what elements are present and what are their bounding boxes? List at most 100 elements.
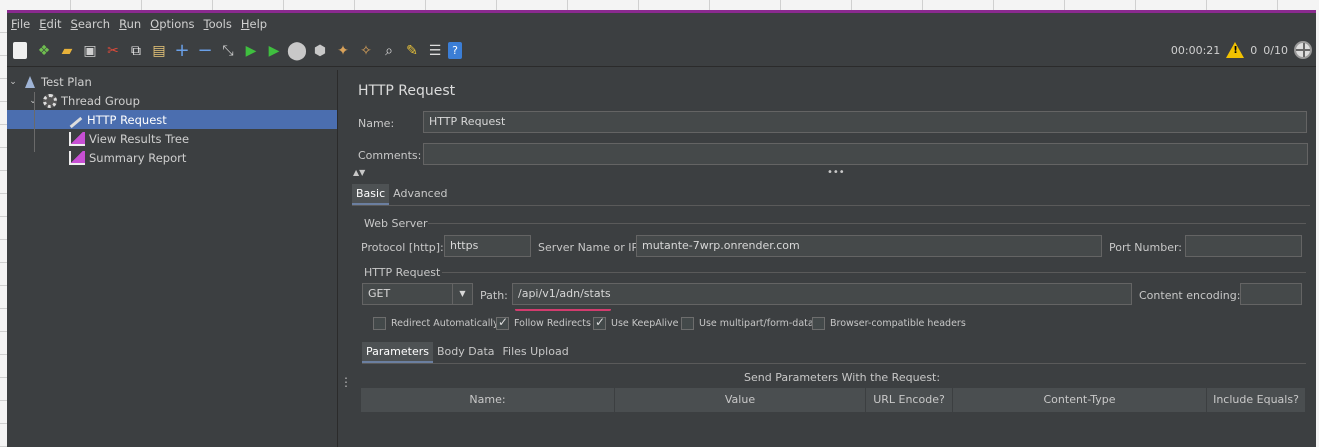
content-encoding-field[interactable] [1240, 283, 1302, 305]
cut-icon[interactable]: ✂ [103, 41, 123, 61]
menu-search[interactable]: Search [71, 17, 111, 31]
checkbox-label: Use KeepAlive [611, 318, 679, 329]
tab-files-upload[interactable]: Files Upload [499, 342, 573, 363]
menu-edit[interactable]: Edit [39, 17, 61, 31]
menu-run[interactable]: Run [119, 17, 141, 31]
toggle-icon[interactable]: ⤡ [218, 41, 238, 61]
tree-item-summary-report[interactable]: Summary Report [7, 148, 337, 167]
tree-item-thread-group[interactable]: ⌄ Thread Group [7, 91, 337, 110]
collapse-icon[interactable]: − [195, 40, 215, 61]
background-spreadsheet [0, 0, 1319, 10]
shutdown-icon[interactable]: ⬢ [310, 41, 330, 61]
warning-count: 0 [1250, 43, 1258, 57]
paste-icon[interactable]: ▤ [149, 41, 169, 61]
chevron-down-icon[interactable]: ▼ [452, 284, 472, 304]
path-field[interactable]: /api/v1/adn/stats [512, 283, 1132, 305]
search-icon[interactable]: ⌕ [379, 41, 399, 61]
pipette-icon [69, 116, 83, 128]
tree-item-label: Thread Group [61, 93, 140, 108]
multipart-checkbox[interactable] [681, 317, 694, 330]
method-select[interactable]: GET ▼ [362, 283, 473, 305]
path-label: Path: [480, 289, 508, 302]
port-field[interactable] [1185, 235, 1302, 257]
save-icon[interactable]: ▣ [80, 41, 100, 61]
tree-item-view-results-tree[interactable]: View Results Tree [7, 129, 337, 148]
tab-body-data[interactable]: Body Data [433, 342, 499, 363]
open-icon[interactable]: ▰ [57, 41, 77, 61]
clear-all-icon[interactable]: ✧ [356, 41, 376, 61]
tree-item-label: Summary Report [89, 150, 187, 165]
column-header-include-equals[interactable]: Include Equals? [1207, 388, 1305, 412]
server-field[interactable]: mutante-7wrp.onrender.com [636, 235, 1102, 257]
menu-options[interactable]: Options [150, 17, 194, 31]
tree-item-test-plan[interactable]: ⌄ Test Plan [7, 72, 337, 91]
remote-globe-icon[interactable] [1294, 41, 1312, 59]
spellcheck-underline [515, 308, 611, 311]
main-split: ⌄ Test Plan ⌄ Thread Group HTTP Request … [7, 70, 1316, 447]
comments-field[interactable] [423, 143, 1308, 165]
server-label: Server Name or IP: [538, 241, 642, 254]
http-request-heading: HTTP Request [364, 266, 441, 279]
checkbox-label: Browser-compatible headers [830, 318, 966, 329]
use-keepalive-checkbox[interactable] [593, 315, 606, 330]
tree-item-label: View Results Tree [89, 131, 190, 146]
column-header-url-encode[interactable]: URL Encode? [866, 388, 953, 412]
tab-advanced[interactable]: Advanced [389, 184, 451, 205]
menu-tools[interactable]: Tools [204, 17, 232, 31]
protocol-field[interactable]: https [444, 235, 531, 257]
jmeter-window: File Edit Search Run Options Tools Help … [7, 10, 1316, 447]
tab-underline [352, 205, 1310, 206]
expand-icon[interactable]: + [172, 40, 192, 61]
menu-help[interactable]: Help [241, 17, 267, 31]
parameters-table-header: Name: Value URL Encode? Content-Type Inc… [361, 388, 1305, 412]
active-threads: 0/10 [1263, 43, 1288, 57]
function-helper-icon[interactable]: ☰ [425, 41, 445, 61]
divider [428, 223, 1306, 224]
chart-icon [69, 150, 85, 165]
redirect-automatically-checkbox[interactable] [373, 317, 386, 330]
start-icon[interactable]: ▶ [241, 41, 261, 61]
stop-icon[interactable]: ⬤ [287, 40, 307, 61]
reset-search-icon[interactable]: ✎ [402, 41, 422, 61]
tree-item-http-request[interactable]: HTTP Request [7, 110, 337, 129]
browser-headers-checkbox[interactable] [812, 317, 825, 330]
copy-icon[interactable]: ⧉ [126, 41, 146, 61]
column-header-content-type[interactable]: Content-Type [953, 388, 1207, 412]
tab-parameters[interactable]: Parameters [362, 342, 433, 363]
split-pane-divider[interactable] [338, 70, 352, 447]
parameter-tabs: Parameters Body Data Files Upload [362, 342, 573, 363]
web-server-heading: Web Server [364, 217, 428, 230]
flask-icon [25, 75, 35, 88]
new-icon[interactable] [13, 42, 27, 59]
send-params-caption: Send Parameters With the Request: [744, 371, 941, 384]
chevron-down-icon[interactable]: ⌄ [27, 96, 39, 106]
test-plan-tree: ⌄ Test Plan ⌄ Thread Group HTTP Request … [7, 70, 338, 447]
config-tabs: Basic Advanced [352, 184, 451, 205]
gear-icon [43, 93, 57, 108]
checkbox-label: Use multipart/form-data [699, 318, 814, 329]
help-icon[interactable]: ? [448, 42, 462, 59]
clear-icon[interactable]: ✦ [333, 41, 353, 61]
menu-file[interactable]: File [11, 17, 30, 31]
toolbar: ❖ ▰ ▣ ✂ ⧉ ▤ + − ⤡ ▶ ▶ ⬤ ⬢ ✦ ✧ ⌕ ✎ ☰ ? 00… [7, 35, 1316, 67]
follow-redirects-checkbox[interactable] [496, 315, 509, 330]
templates-icon[interactable]: ❖ [34, 41, 54, 61]
chart-icon [69, 131, 85, 146]
background-spreadsheet-edge [0, 10, 7, 447]
chevron-down-icon[interactable]: ⌄ [7, 77, 19, 87]
checkbox-label: Redirect Automatically [391, 318, 499, 329]
collapse-arrows-icon[interactable]: ▲▼ [353, 168, 365, 177]
page-title: HTTP Request [358, 83, 456, 99]
column-header-name[interactable]: Name: [361, 388, 615, 412]
tab-basic[interactable]: Basic [352, 184, 390, 205]
start-no-pauses-icon[interactable]: ▶ [264, 41, 284, 61]
port-label: Port Number: [1109, 241, 1183, 254]
menu-bar: File Edit Search Run Options Tools Help [7, 13, 1316, 35]
column-header-value[interactable]: Value [615, 388, 866, 412]
checkbox-label: Follow Redirects [514, 318, 591, 329]
name-field[interactable]: HTTP Request [423, 111, 1307, 133]
warning-icon[interactable] [1226, 42, 1245, 58]
status-area: 00:00:21 0 0/10 [1171, 41, 1312, 59]
name-label: Name: [358, 117, 395, 130]
drag-handle-icon[interactable]: ••• [827, 167, 845, 178]
